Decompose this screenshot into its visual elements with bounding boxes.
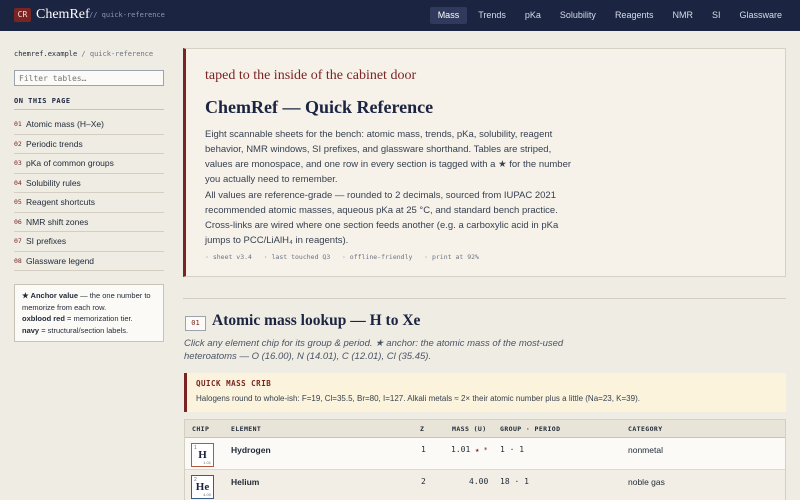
legend-anchor-term: ★ Anchor value	[22, 291, 79, 300]
table-row[interactable]: 2 He 4.00 Helium 2 4.00 18 · 1 noble gas	[185, 470, 785, 500]
legend-oxblood-desc: = memorization tier.	[64, 314, 133, 323]
mass-value: 4.00	[469, 477, 489, 486]
column-header-group-period[interactable]: GROUP · PERIOD	[500, 425, 560, 433]
section-title: Atomic mass lookup — H to Xe	[212, 312, 421, 329]
breadcrumb-current: quick-reference	[89, 50, 154, 58]
main-nav: Mass Trends pKa Solubility Reagents NMR …	[427, 7, 790, 24]
intro-meta-line: · sheet v3.4 · last touched Q3 · offline…	[205, 253, 479, 261]
mass-value: 1.01	[451, 445, 471, 454]
toc-item-solubility[interactable]: 04 Solubility rules	[14, 174, 164, 193]
group-period: 18 · 1	[500, 477, 529, 486]
legend-oxblood-term: oxblood red	[22, 314, 65, 323]
section-divider	[183, 298, 786, 299]
anchor-star-icon: ★ *	[475, 446, 488, 454]
toc-item-number: 08	[14, 256, 22, 265]
brand-name[interactable]: ChemRef	[36, 7, 90, 23]
toc-item-nmr[interactable]: 06 NMR shift zones	[14, 213, 164, 232]
element-chip-h[interactable]: 1 H 1.01	[191, 443, 214, 467]
toc-item-reagents[interactable]: 05 Reagent shortcuts	[14, 193, 164, 213]
atomic-number: 2	[421, 477, 426, 486]
toc-item-atomic-mass[interactable]: 01 Atomic mass (H–Xe)	[14, 115, 164, 135]
table-header: CHIP ELEMENT Z MASS (U) GROUP · PERIOD C…	[185, 420, 785, 438]
top-nav-bar: CR ChemRef // quick-reference Mass Trend…	[0, 0, 800, 31]
nav-item-mass[interactable]: Mass	[429, 7, 468, 24]
legend-box: ★ Anchor value — the one number to memor…	[14, 284, 164, 342]
toc-item-label: NMR shift zones	[26, 216, 89, 227]
intro-paragraph-1: Eight scannable sheets for the bench: at…	[205, 129, 572, 185]
column-header-chip[interactable]: CHIP	[192, 425, 209, 433]
toc-item-label: Periodic trends	[26, 138, 83, 149]
legend-navy-desc: = structural/section labels.	[39, 325, 129, 335]
group-period: 1 · 1	[500, 445, 525, 454]
section-number-badge: 01	[185, 316, 206, 331]
toc-item-number: 01	[14, 120, 22, 129]
table-row[interactable]: 1 H 1.01 Hydrogen 1 1.01 ★ * 1 · 1 nonme…	[185, 438, 785, 470]
chip-mass: 4.00	[203, 492, 211, 497]
toc-item-number: 02	[14, 139, 22, 148]
atomic-mass-value: 1.01 ★ *	[451, 445, 488, 454]
toc-item-number: 03	[14, 159, 22, 168]
chip-mass: 1.01	[203, 460, 211, 465]
nav-item-solubility[interactable]: Solubility	[552, 7, 604, 24]
column-header-mass[interactable]: MASS (U)	[452, 425, 487, 433]
brand-logo-badge[interactable]: CR	[14, 8, 31, 22]
on-this-page-heading: ON THIS PAGE	[14, 97, 71, 105]
column-header-category[interactable]: CATEGORY	[628, 425, 663, 433]
divider	[14, 109, 164, 110]
toc-item-pka[interactable]: 03 pKa of common groups	[14, 154, 164, 174]
legend-navy-term: navy	[22, 325, 40, 335]
breadcrumb: chemref.example / quick-reference	[14, 50, 153, 58]
category: nonmetal	[628, 445, 663, 455]
toc-item-periodic-trends[interactable]: 02 Periodic trends	[14, 135, 164, 154]
toc-item-label: Solubility rules	[26, 177, 81, 188]
element-name: Helium	[231, 477, 260, 487]
breadcrumb-separator: /	[77, 50, 90, 58]
element-name: Hydrogen	[231, 445, 271, 455]
nav-item-nmr[interactable]: NMR	[664, 7, 701, 24]
toc-item-si-prefixes[interactable]: 07 SI prefixes	[14, 232, 164, 252]
nav-item-si[interactable]: SI	[704, 7, 729, 24]
crib-text: Halogens round to whole-ish: F=19, Cl=35…	[196, 394, 640, 403]
intro-handwritten-note: taped to the inside of the cabinet door	[205, 68, 417, 83]
intro-card: taped to the inside of the cabinet door …	[183, 48, 786, 277]
crib-title: QUICK MASS CRIB	[196, 379, 272, 388]
atomic-number: 1	[421, 445, 426, 454]
toc-item-label: Atomic mass (H–Xe)	[26, 119, 104, 130]
atomic-mass-table: CHIP ELEMENT Z MASS (U) GROUP · PERIOD C…	[184, 419, 786, 500]
section-description: Click any element chip for its group & p…	[184, 338, 564, 362]
nav-item-reagents[interactable]: Reagents	[607, 7, 662, 24]
toc-item-label: SI prefixes	[26, 236, 67, 247]
brand-subtitle: // quick-reference	[89, 11, 165, 19]
column-header-element[interactable]: ELEMENT	[231, 425, 261, 433]
element-chip-he[interactable]: 2 He 4.00	[191, 475, 214, 499]
toc-item-label: pKa of common groups	[26, 158, 114, 169]
quick-mass-crib-callout: QUICK MASS CRIB Halogens round to whole-…	[184, 373, 786, 412]
page-title: ChemRef — Quick Reference	[205, 97, 434, 117]
intro-paragraph-2: All values are reference-grade — rounded…	[205, 190, 559, 246]
category: noble gas	[628, 477, 665, 487]
toc-item-number: 07	[14, 237, 22, 246]
column-header-z[interactable]: Z	[420, 425, 424, 433]
filter-tables-input[interactable]	[14, 70, 164, 86]
nav-item-trends[interactable]: Trends	[470, 7, 514, 24]
toc-item-label: Reagent shortcuts	[26, 197, 95, 208]
nav-item-glassware[interactable]: Glassware	[731, 7, 790, 24]
toc-item-number: 05	[14, 198, 22, 207]
breadcrumb-host[interactable]: chemref.example	[14, 50, 77, 58]
toc-item-number: 04	[14, 178, 22, 187]
toc-item-label: Glassware legend	[26, 255, 95, 266]
toc-list: 01 Atomic mass (H–Xe) 02 Periodic trends 0…	[14, 115, 164, 271]
nav-item-pka[interactable]: pKa	[517, 7, 549, 24]
toc-item-number: 06	[14, 217, 22, 226]
toc-item-glassware[interactable]: 08 Glassware legend	[14, 252, 164, 271]
